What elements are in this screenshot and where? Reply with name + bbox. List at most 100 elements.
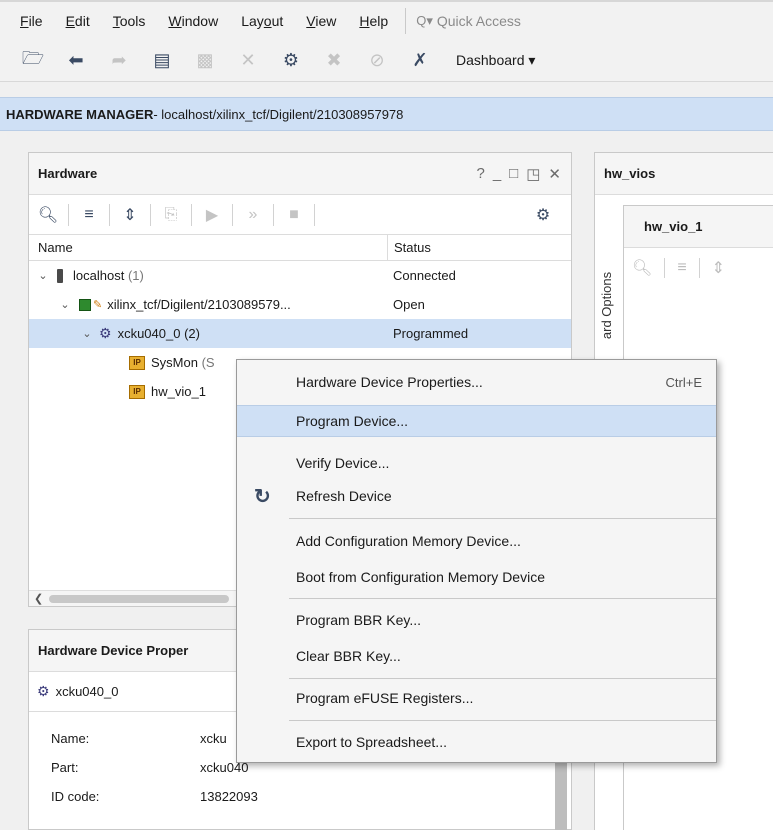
menu-item-export-spreadsheet[interactable]: Export to Spreadsheet...	[237, 726, 716, 758]
property-value: 13822093	[200, 789, 258, 804]
menu-item-label: Add Configuration Memory Device...	[296, 533, 521, 549]
close-icon[interactable]: ✕	[548, 165, 561, 183]
tree-row-device[interactable]: ⌄ ⚙ xcku040_0 (2) Programmed	[29, 319, 571, 348]
scroll-thumb[interactable]	[49, 594, 230, 603]
menu-view[interactable]: View	[306, 13, 336, 29]
close-x-icon[interactable]: ✗	[409, 50, 431, 72]
row-name: localhost	[73, 268, 125, 283]
refresh-icon: ↻	[254, 485, 271, 508]
ip-core-icon: IP	[129, 384, 145, 399]
property-key: Part:	[51, 760, 79, 775]
toolbar-gap	[0, 82, 773, 97]
menu-item-label: Hardware Device Properties...	[296, 374, 483, 390]
toolbar-separator	[273, 203, 274, 226]
quick-access-placeholder: Quick Access	[436, 13, 521, 29]
undo-icon[interactable]: ⬅	[65, 50, 87, 72]
menu-item-label: Boot from Configuration Memory Device	[296, 569, 545, 585]
hw-vios-header: hw_vios	[595, 153, 773, 195]
menu-item-label: Verify Device...	[296, 455, 390, 471]
auto-connect-icon[interactable]: ✖	[323, 50, 345, 72]
menu-edit[interactable]: Edit	[66, 13, 90, 29]
pencil-icon: ✎	[93, 299, 103, 311]
quick-access-field[interactable]: Q▾ Quick Access	[416, 13, 521, 29]
maximize-icon[interactable]: □	[509, 165, 518, 183]
minimize-icon[interactable]: _	[493, 165, 501, 183]
menu-item-refresh-device[interactable]: ↻ Refresh Device	[237, 480, 716, 512]
side-tab-options[interactable]: ard Options	[596, 250, 618, 360]
float-icon[interactable]: ◳	[526, 165, 540, 183]
run-icon[interactable]: ▶	[202, 205, 222, 225]
help-icon[interactable]: ?	[476, 165, 484, 183]
banner-path: - localhost/xilinx_tcf/Digilent/21030895…	[153, 106, 404, 122]
row-name: SysMon	[151, 355, 198, 370]
column-status[interactable]: Status	[387, 235, 571, 260]
menu-window[interactable]: Window	[168, 13, 218, 29]
menu-item-label: Export to Spreadsheet...	[296, 734, 447, 750]
menu-help[interactable]: Help	[359, 13, 388, 29]
column-name[interactable]: Name	[29, 240, 387, 255]
tree-header: Name Status	[29, 235, 571, 261]
auto-connect-icon[interactable]: ⎘	[161, 205, 181, 225]
fast-forward-icon[interactable]: »	[243, 205, 263, 225]
property-row: ID code: 13822093	[29, 782, 571, 811]
menu-item-verify-device[interactable]: Verify Device...	[237, 447, 716, 479]
search-icon: Q▾	[416, 13, 433, 28]
menu-item-clear-bbr-key[interactable]: Clear BBR Key...	[237, 640, 716, 672]
delete-icon[interactable]: ✕	[237, 50, 259, 72]
row-count: (S	[201, 355, 215, 370]
redo-icon[interactable]: ➦	[108, 50, 130, 72]
menu-layout[interactable]: Layout	[241, 13, 283, 29]
chevron-down-icon[interactable]: ⌄	[57, 298, 73, 311]
toolbar-separator	[664, 258, 666, 278]
menu-item-shortcut: Ctrl+E	[665, 374, 702, 390]
menu-item-program-bbr-key[interactable]: Program BBR Key...	[237, 604, 716, 636]
collapse-all-icon[interactable]: ≡	[79, 205, 99, 225]
toolbar-separator	[698, 258, 700, 278]
expand-all-icon[interactable]: ⇕	[712, 258, 725, 278]
dashboard-dropdown[interactable]: Dashboard ▾	[456, 52, 535, 69]
toolbar-separator	[232, 203, 233, 226]
row-count: (2)	[184, 326, 200, 341]
menu-tools[interactable]: Tools	[113, 13, 146, 29]
tab-hw-vio-1[interactable]: hw_vio_1	[624, 206, 773, 248]
menu-separator	[405, 8, 407, 34]
toolbar-separator	[314, 203, 315, 226]
menu-item-label: Program eFUSE Registers...	[296, 690, 474, 706]
menu-item-program-device[interactable]: Program Device...	[237, 405, 716, 437]
panel-title: Hardware Device Proper	[38, 643, 189, 658]
report-icon[interactable]: ▤	[151, 50, 173, 72]
row-name: xcku040_0	[117, 326, 181, 341]
menu-item-label: Program Device...	[296, 413, 409, 429]
menu-item-label: Refresh Device	[296, 488, 392, 504]
main-toolbar: 🗁 ⬅ ➦ ▤ ▩ ✕ ⚙ ✖ ⊘ ✗ Dashboard ▾	[0, 40, 773, 82]
menu-separator	[289, 518, 716, 519]
toolbar-separator	[68, 203, 69, 226]
menu-item-label: Clear BBR Key...	[296, 648, 401, 664]
property-key: Name:	[51, 731, 90, 746]
toolbar-separator	[109, 203, 110, 226]
open-project-icon[interactable]: 🗁	[22, 48, 44, 72]
paste-icon[interactable]: ▩	[194, 50, 216, 72]
chevron-down-icon[interactable]: ⌄	[79, 327, 95, 340]
settings-icon[interactable]: ⚙	[533, 205, 553, 225]
collapse-all-icon[interactable]: ≡	[677, 259, 686, 277]
chevron-down-icon[interactable]: ⌄	[35, 269, 51, 282]
menu-item-program-efuse[interactable]: Program eFUSE Registers...	[237, 682, 716, 714]
menu-item-hardware-device-properties[interactable]: Hardware Device Properties... Ctrl+E	[237, 366, 716, 398]
expand-all-icon[interactable]: ⇕	[120, 205, 140, 225]
menu-item-boot-from-config-memory[interactable]: Boot from Configuration Memory Device	[237, 561, 716, 593]
tree-row-localhost[interactable]: ⌄ localhost (1) Connected	[29, 261, 571, 290]
stop-icon[interactable]: ■	[284, 205, 304, 225]
disable-icon[interactable]: ⊘	[366, 50, 388, 72]
menu-item-add-config-memory[interactable]: Add Configuration Memory Device...	[237, 525, 716, 557]
search-icon[interactable]: 🔍︎	[632, 258, 652, 278]
menu-file[interactable]: File	[20, 13, 43, 29]
hw-vio-toolbar: 🔍︎ ≡ ⇕	[624, 248, 773, 288]
device-name: xcku040_0	[55, 684, 119, 699]
search-icon[interactable]: 🔍︎	[38, 205, 58, 225]
settings-icon[interactable]: ⚙	[280, 50, 302, 72]
hardware-toolbar: 🔍︎ ≡ ⇕ ⎘ ▶ » ■ ⚙	[29, 195, 571, 235]
scroll-left-icon[interactable]: ❮	[34, 592, 43, 605]
tree-row-target[interactable]: ⌄ ✎ xilinx_tcf/Digilent/2103089579... Op…	[29, 290, 571, 319]
row-name: xilinx_tcf/Digilent/2103089579...	[107, 297, 291, 312]
